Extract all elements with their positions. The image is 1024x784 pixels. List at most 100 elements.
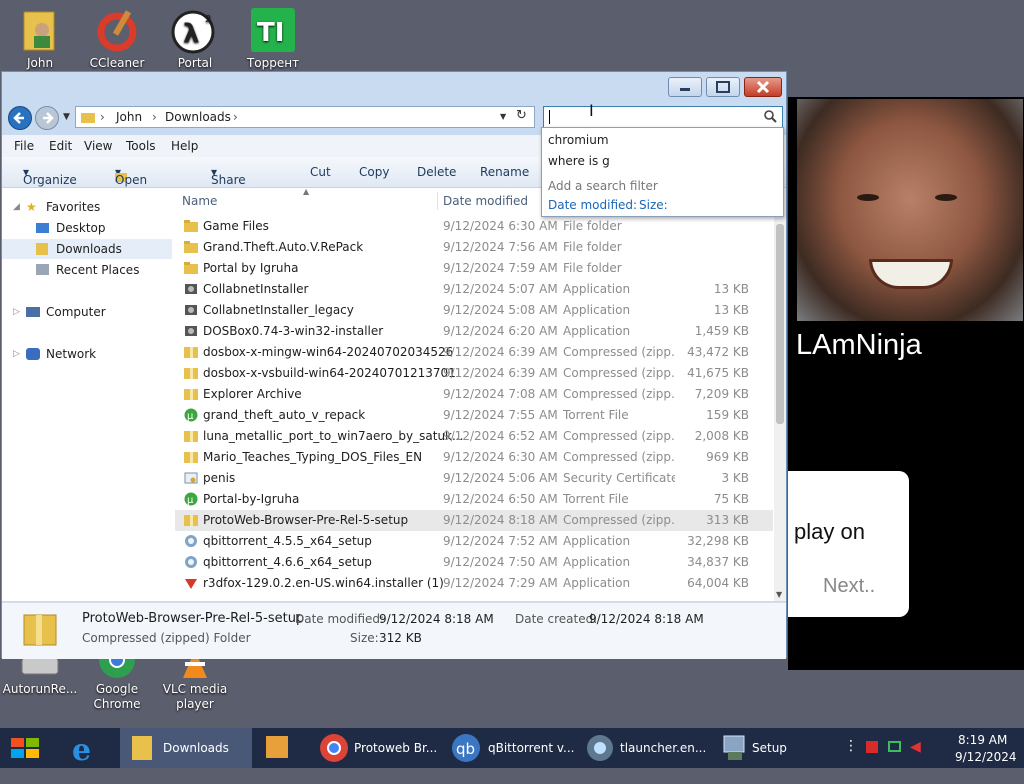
rename-button[interactable]: Rename — [480, 165, 529, 179]
copy-button[interactable]: Copy — [359, 165, 389, 179]
history-dropdown-icon[interactable]: ▼ — [63, 112, 70, 122]
title-bar[interactable] — [2, 72, 786, 102]
file-row[interactable]: DOSBox0.74-3-win32-installer 9/12/2024 6:… — [175, 321, 773, 342]
clock-date[interactable]: 9/12/2024 — [955, 750, 1017, 764]
breadcrumb-john[interactable]: John — [116, 110, 142, 124]
installer-icon — [184, 282, 198, 296]
file-row[interactable]: dosbox-x-vsbuild-win64-20240701213701 9/1… — [175, 363, 773, 384]
taskbar-setup[interactable]: Setup — [710, 728, 830, 768]
nav-recent-places[interactable]: Recent Places — [2, 260, 172, 280]
file-size: 32,298 KB — [687, 534, 749, 548]
nav-favorites[interactable]: ◢ ★ Favorites — [2, 197, 172, 217]
details-size: 312 KB — [379, 631, 422, 645]
organize-button[interactable]: Organize ▾ — [23, 165, 77, 187]
nav-computer[interactable]: ▷ Computer — [2, 302, 172, 322]
details-type: Compressed (zipped) Folder — [82, 631, 251, 645]
file-row[interactable]: µ Portal-by-Igruha 9/12/2024 6:50 AM Torren… — [175, 489, 773, 510]
file-row[interactable]: qbittorrent_4.6.6_x64_setup 9/12/2024 7:5… — [175, 552, 773, 573]
search-icon[interactable] — [763, 109, 777, 126]
menu-help[interactable]: Help — [171, 139, 198, 153]
network-tray-icon[interactable] — [888, 741, 901, 752]
search-input[interactable] — [543, 106, 783, 128]
close-button[interactable] — [744, 77, 782, 97]
back-button[interactable] — [8, 106, 32, 130]
svg-text:λ: λ — [183, 19, 199, 49]
taskbar-downloads[interactable]: Downloads — [120, 728, 252, 768]
taskbar-ie[interactable]: e — [62, 728, 114, 768]
column-date-modified[interactable]: Date modified — [443, 194, 528, 208]
maximize-button[interactable] — [706, 77, 740, 97]
nav-desktop[interactable]: Desktop — [2, 218, 172, 238]
zip-folder-icon — [184, 513, 198, 527]
file-type: Security Certificate — [563, 471, 675, 485]
file-row[interactable]: penis 9/12/2024 5:06 AM Security Certifica… — [175, 468, 773, 489]
suggestion-item[interactable]: chromium — [548, 133, 609, 147]
scrollbar[interactable]: ▼ — [774, 188, 786, 601]
details-date-modified-label: Date modified: — [295, 612, 385, 626]
volume-muted-icon[interactable]: ◀ — [910, 739, 921, 755]
file-row[interactable]: Explorer Archive 9/12/2024 7:08 AM Compres… — [175, 384, 773, 405]
file-row[interactable]: CollabnetInstaller 9/12/2024 5:07 AM Appli… — [175, 279, 773, 300]
file-date: 9/12/2024 7:50 AM — [443, 555, 558, 569]
taskbar-qbittorrent[interactable]: qb qBittorrent v... — [444, 728, 574, 768]
taskbar-tlauncher[interactable]: tlauncher.en... — [578, 728, 706, 768]
open-button[interactable]: Open ▾ — [115, 165, 147, 187]
refresh-icon[interactable]: ↻ — [516, 108, 527, 123]
address-bar[interactable]: › John › Downloads › ▼ ↻ — [75, 106, 535, 128]
nav-network[interactable]: ▷ Network — [2, 344, 172, 364]
delete-button[interactable]: Delete — [417, 165, 456, 179]
action-center-flag-icon[interactable] — [866, 741, 878, 753]
file-name: penis — [203, 471, 236, 485]
scrollbar-thumb[interactable] — [776, 224, 784, 424]
desktop-icon-label: Google Chrome — [93, 682, 141, 711]
column-name[interactable]: Name — [182, 194, 217, 208]
file-row[interactable]: Mario_Teaches_Typing_DOS_Files_EN 9/12/20… — [175, 447, 773, 468]
taskbar: e Downloads Protoweb Br... qb qBittorren… — [0, 728, 1024, 768]
taskbar-media[interactable] — [256, 728, 308, 768]
r3dfox-icon — [184, 576, 198, 590]
file-row[interactable]: qbittorrent_4.5.5_x64_setup 9/12/2024 7:5… — [175, 531, 773, 552]
taskbar-protoweb[interactable]: Protoweb Br... — [312, 728, 440, 768]
file-type: Application — [563, 534, 631, 548]
file-row[interactable]: CollabnetInstaller_legacy 9/12/2024 5:08 … — [175, 300, 773, 321]
file-name: Mario_Teaches_Typing_DOS_Files_EN — [203, 450, 423, 464]
desktop-icon-torrent[interactable]: TI Торрент — [233, 6, 313, 71]
desktop-icon-portal[interactable]: λ2 Portal — [155, 6, 235, 71]
menu-edit[interactable]: Edit — [49, 139, 72, 153]
suggestion-item[interactable]: where is g — [548, 154, 610, 168]
file-row[interactable]: dosbox-x-mingw-win64-20240702034526 9/12/… — [175, 342, 773, 363]
nav-downloads[interactable]: Downloads — [2, 239, 172, 259]
clock-time[interactable]: 8:19 AM — [958, 733, 1007, 747]
menu-tools[interactable]: Tools — [126, 139, 156, 153]
tray-more-icon[interactable]: ⋮ — [844, 738, 858, 754]
address-dropdown-icon[interactable]: ▼ — [500, 112, 506, 121]
desktop-icon-ccleaner[interactable]: CCleaner — [77, 6, 157, 71]
share-with-button[interactable]: Share with ▾ — [211, 165, 246, 201]
cut-button[interactable]: Cut — [310, 165, 331, 179]
menu-file[interactable]: File — [14, 139, 34, 153]
file-row[interactable]: Grand.Theft.Auto.V.RePack 9/12/2024 7:56 … — [175, 237, 773, 258]
breadcrumb-downloads[interactable]: Downloads — [165, 110, 231, 124]
desktop-icon-vlc[interactable]: VLC media player — [155, 650, 235, 712]
file-row[interactable]: Game Files 9/12/2024 6:30 AM File folder — [175, 216, 773, 237]
start-button[interactable] — [0, 728, 52, 768]
file-row[interactable]: luna_metallic_port_to_win7aero_by_satuk.… — [175, 426, 773, 447]
file-row[interactable]: µ grand_theft_auto_v_repack 9/12/2024 7:55… — [175, 405, 773, 426]
filter-date-modified[interactable]: Date modified: — [548, 198, 637, 212]
file-name: luna_metallic_port_to_win7aero_by_satuk.… — [203, 429, 464, 443]
forward-button[interactable] — [35, 106, 59, 130]
desktop-icon-john[interactable]: John — [0, 6, 80, 71]
star-icon: ★ — [26, 200, 37, 214]
file-row[interactable]: ProtoWeb-Browser-Pre-Rel-5-setup 9/12/202… — [175, 510, 773, 531]
minimize-button[interactable] — [668, 77, 702, 97]
tlauncher-icon: TI — [249, 6, 297, 54]
file-row[interactable]: Portal by Igruha 9/12/2024 7:59 AM File fo… — [175, 258, 773, 279]
file-row[interactable]: r3dfox-129.0.2.en-US.win64.installer (1)… — [175, 573, 773, 594]
menu-view[interactable]: View — [84, 139, 112, 153]
filter-size[interactable]: Size: — [639, 198, 668, 212]
desktop-icon-chrome[interactable]: Google Chrome — [77, 642, 157, 712]
file-type: File folder — [563, 261, 622, 275]
file-date: 9/12/2024 7:59 AM — [443, 261, 558, 275]
scroll-down-icon[interactable]: ▼ — [776, 590, 782, 599]
file-size: 43,472 KB — [687, 345, 749, 359]
